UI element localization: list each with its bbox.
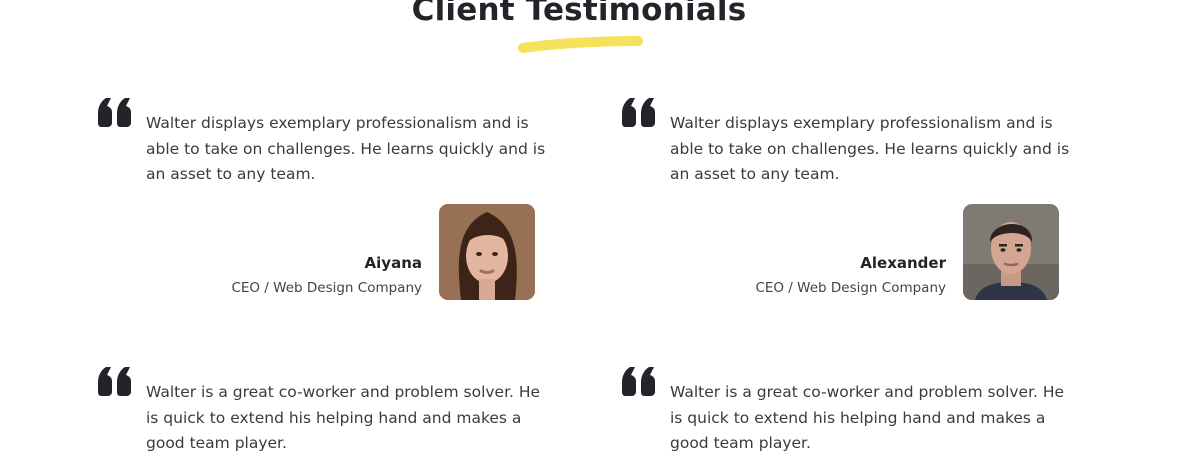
- quote-icon: [622, 98, 655, 127]
- author-role: CEO / Web Design Company: [231, 280, 422, 296]
- title-underline-swash: [518, 36, 643, 53]
- quote-icon: [98, 98, 131, 127]
- testimonial-text: Walter is a great co-worker and problem …: [670, 383, 1065, 452]
- woman-portrait-icon: [439, 204, 535, 300]
- quote-icon: [98, 367, 131, 396]
- testimonial-author: Aiyana CEO / Web Design Company: [97, 204, 535, 300]
- quote-icon: [622, 367, 655, 396]
- testimonial-text: Walter displays exemplary professionalis…: [146, 114, 546, 183]
- avatar: [963, 204, 1059, 300]
- avatar: [439, 204, 535, 300]
- section-title: Client Testimonials: [411, 0, 747, 28]
- testimonial-text: Walter displays exemplary professionalis…: [670, 114, 1070, 183]
- testimonial-text: Walter is a great co-worker and problem …: [146, 383, 541, 452]
- man-portrait-icon: [963, 204, 1059, 300]
- author-role: CEO / Web Design Company: [755, 280, 946, 296]
- author-name: Aiyana: [364, 254, 422, 272]
- author-name: Alexander: [860, 254, 946, 272]
- testimonial-author: Alexander CEO / Web Design Company: [621, 204, 1059, 300]
